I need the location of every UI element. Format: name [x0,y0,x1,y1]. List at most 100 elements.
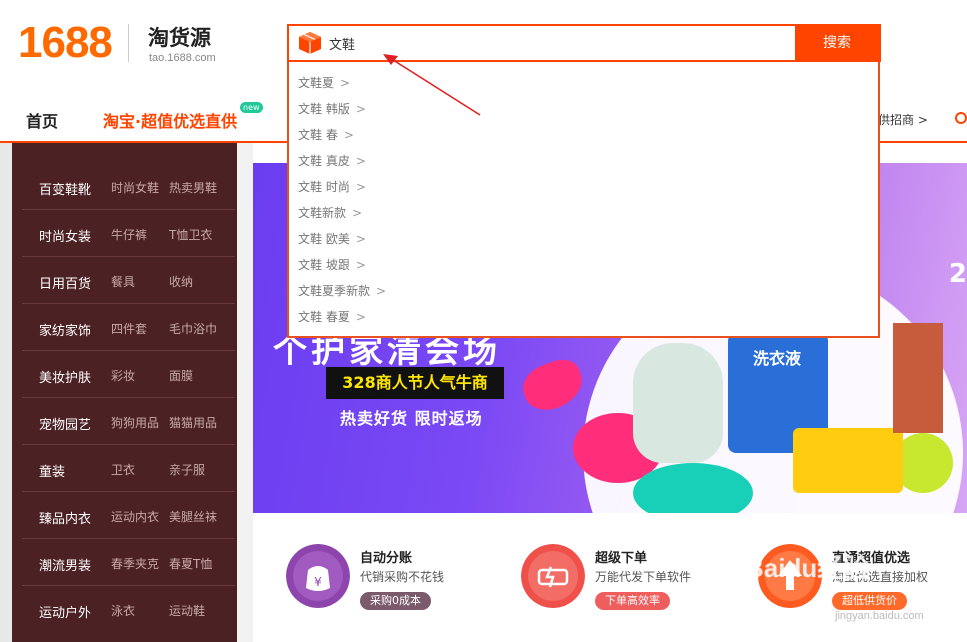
page: 1688 淘货源 tao.1688.com 搜索 文鞋夏 > 文鞋 韩版 > 文鞋 … [0,0,967,642]
nav-taobao-selection[interactable]: 淘宝·超值优选直供 [103,108,237,132]
search-box: 搜索 [287,24,881,62]
suggestion-text: 文鞋夏 [298,76,335,90]
content-gutter [237,143,253,642]
category-sub-link[interactable]: 猫猫用品 [169,414,217,431]
feature-super-order[interactable]: 超级下单 万能代发下单软件 下单高效率 [521,540,741,620]
category-name[interactable]: 时尚女装 [39,226,91,245]
category-sub-link[interactable]: T恤卫衣 [169,226,212,243]
category-name[interactable]: 宠物园艺 [39,414,91,433]
category-sub-link[interactable]: 牛仔裤 [111,226,147,243]
feature-title: 自动分账 [360,551,413,566]
nav-home[interactable]: 首页 [26,108,58,132]
category-sub-link[interactable]: 四件套 [111,320,147,337]
chevron-right-icon: > [340,76,351,90]
category-sub-link[interactable]: 收纳 [169,273,193,290]
category-sub-link[interactable]: 餐具 [111,273,135,290]
feature-pill[interactable]: 下单高效率 [595,592,670,610]
chevron-right-icon: > [355,180,366,194]
suggestion-item[interactable]: 文鞋 真皮 > [289,148,878,174]
product-tissue-image [793,428,903,493]
suggestion-text: 文鞋 时尚 [298,180,350,194]
baidu-watermark: Baidu经验 [745,553,870,583]
category-sub-link[interactable]: 运动鞋 [169,602,205,619]
chevron-right-icon: > [376,284,387,298]
category-item[interactable]: 日用百货 餐具 收纳 [12,257,237,304]
banner-subtitle: 热卖好货 限时返场 [340,409,483,428]
category-name[interactable]: 美妆护肤 [39,367,91,386]
suggestion-text: 文鞋 坡跟 [298,258,350,272]
category-item[interactable]: 童装 卫衣 亲子服 [12,445,237,492]
category-name[interactable]: 运动户外 [39,602,91,621]
suggestion-item[interactable]: 文鞋 时尚 > [289,174,878,200]
chevron-right-icon: > [352,206,363,220]
suggestion-item[interactable]: 文鞋 欧美 > [289,226,878,252]
suggestion-item[interactable]: 文鞋新款 > [289,200,878,226]
category-item[interactable]: 宠物园艺 狗狗用品 猫猫用品 [12,398,237,445]
chevron-right-icon: > [343,128,354,142]
category-sub-link[interactable]: 毛巾浴巾 [169,320,217,337]
product-toothpaste-image [893,323,943,433]
logo-divider [128,24,129,62]
category-sub-link[interactable]: 美腿丝袜 [169,508,217,525]
money-bag-icon: ¥ [286,544,350,608]
category-sub-link[interactable]: 泳衣 [111,602,135,619]
category-sub-link[interactable]: 彩妆 [111,367,135,384]
suggestion-item[interactable]: 文鞋 春夏 > [289,304,878,330]
suggestion-item[interactable]: 文鞋夏季新款 > [289,278,878,304]
category-sub-link[interactable]: 春季夹克 [111,555,159,572]
product-label: 洗衣液 [753,349,802,368]
chevron-right-icon: > [355,154,366,168]
category-sidebar: 百变鞋靴 时尚女鞋 热卖男鞋 时尚女装 牛仔裤 T恤卫衣 日用百货 餐具 收纳 … [12,143,237,642]
category-name[interactable]: 童装 [39,461,65,480]
suggestion-text: 文鞋 真皮 [298,154,350,168]
category-sub-link[interactable]: 春夏T恤 [169,555,212,572]
category-sub-link[interactable]: 运动内衣 [111,508,159,525]
search-suggestions: 文鞋夏 > 文鞋 韩版 > 文鞋 春 > 文鞋 真皮 > 文鞋 时尚 > 文鞋新款 > 文鞋… [287,62,880,338]
category-item[interactable]: 臻品内衣 运动内衣 美腿丝袜 [12,492,237,539]
logo-name: 淘货源 [148,26,211,50]
category-sub-link[interactable]: 时尚女鞋 [111,179,159,196]
category-item[interactable]: 潮流男装 春季夹克 春夏T恤 [12,539,237,586]
category-name[interactable]: 家纺家饰 [39,320,91,339]
site-logo[interactable]: 1688 淘货源 tao.1688.com [18,18,238,70]
svg-text:¥: ¥ [314,575,322,589]
feature-desc: 代销采购不花钱 [360,570,445,584]
category-name[interactable]: 潮流男装 [39,555,91,574]
suggestion-item[interactable]: 文鞋 春 > [289,122,878,148]
category-name[interactable]: 臻品内衣 [39,508,91,527]
suggestion-item[interactable]: 文鞋 坡跟 > [289,252,878,278]
chevron-right-icon: > [355,258,366,272]
suggestion-text: 文鞋 春 [298,128,338,142]
category-item[interactable]: 运动户外 泳衣 运动鞋 [12,586,237,633]
category-item[interactable]: 美妆护肤 彩妆 面膜 [12,351,237,398]
new-badge: new [240,102,263,113]
search-button[interactable]: 搜索 [795,26,879,60]
baidu-watermark-url: jingyan.baidu.com [835,610,924,622]
nav-supplier-recruit[interactable]: 供招商 > [878,111,928,128]
suggestion-item[interactable]: 文鞋夏 > [289,70,878,96]
category-item[interactable]: 时尚女装 牛仔裤 T恤卫衣 [12,210,237,257]
page-gutter [0,143,12,642]
circle-icon[interactable] [955,112,967,124]
logo-number: 1688 [18,18,113,67]
feature-pill[interactable]: 超低供货价 [832,592,907,610]
feature-desc: 万能代发下单软件 [595,570,692,584]
category-name[interactable]: 日用百货 [39,273,91,292]
category-name[interactable]: 百变鞋靴 [39,179,91,198]
feature-auto-split[interactable]: ¥ 自动分账 代销采购不花钱 采购0成本 [286,540,506,620]
category-sub-link[interactable]: 面膜 [169,367,193,384]
category-sub-link[interactable]: 亲子服 [169,461,205,478]
annotation-arrow [383,54,481,116]
category-sub-link[interactable]: 热卖男鞋 [169,179,217,196]
product-bottle-image [633,343,723,463]
category-item[interactable]: 百变鞋靴 时尚女鞋 热卖男鞋 [12,163,237,210]
category-sub-link[interactable]: 卫衣 [111,461,135,478]
category-item[interactable]: 家纺家饰 四件套 毛巾浴巾 [12,304,237,351]
banner-badge: 328商人节人气牛商 [326,367,504,399]
feature-title: 超级下单 [595,551,648,566]
logo-url: tao.1688.com [149,52,216,64]
suggestion-item[interactable]: 文鞋 韩版 > [289,96,878,122]
category-sub-link[interactable]: 狗狗用品 [111,414,159,431]
banner-corner-number: 2 [948,259,967,289]
feature-pill[interactable]: 采购0成本 [360,592,431,610]
